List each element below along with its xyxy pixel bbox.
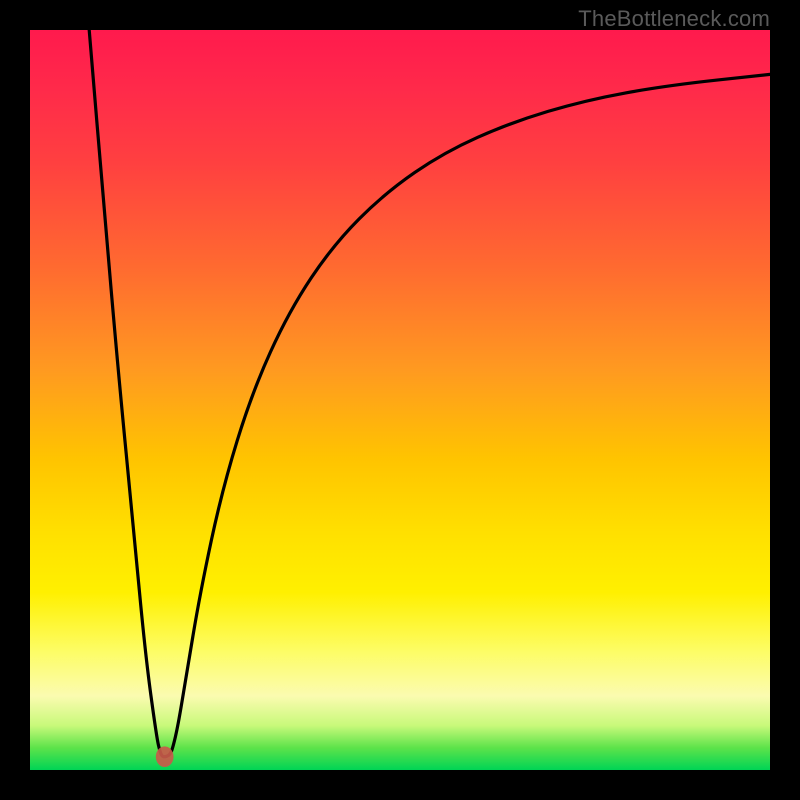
- minimum-notch-marker: [156, 746, 174, 767]
- plot-area: [30, 30, 770, 770]
- attribution-label: TheBottleneck.com: [578, 6, 770, 32]
- curve-layer: [30, 30, 770, 770]
- bottleneck-curve: [89, 30, 770, 757]
- chart-frame: TheBottleneck.com: [0, 0, 800, 800]
